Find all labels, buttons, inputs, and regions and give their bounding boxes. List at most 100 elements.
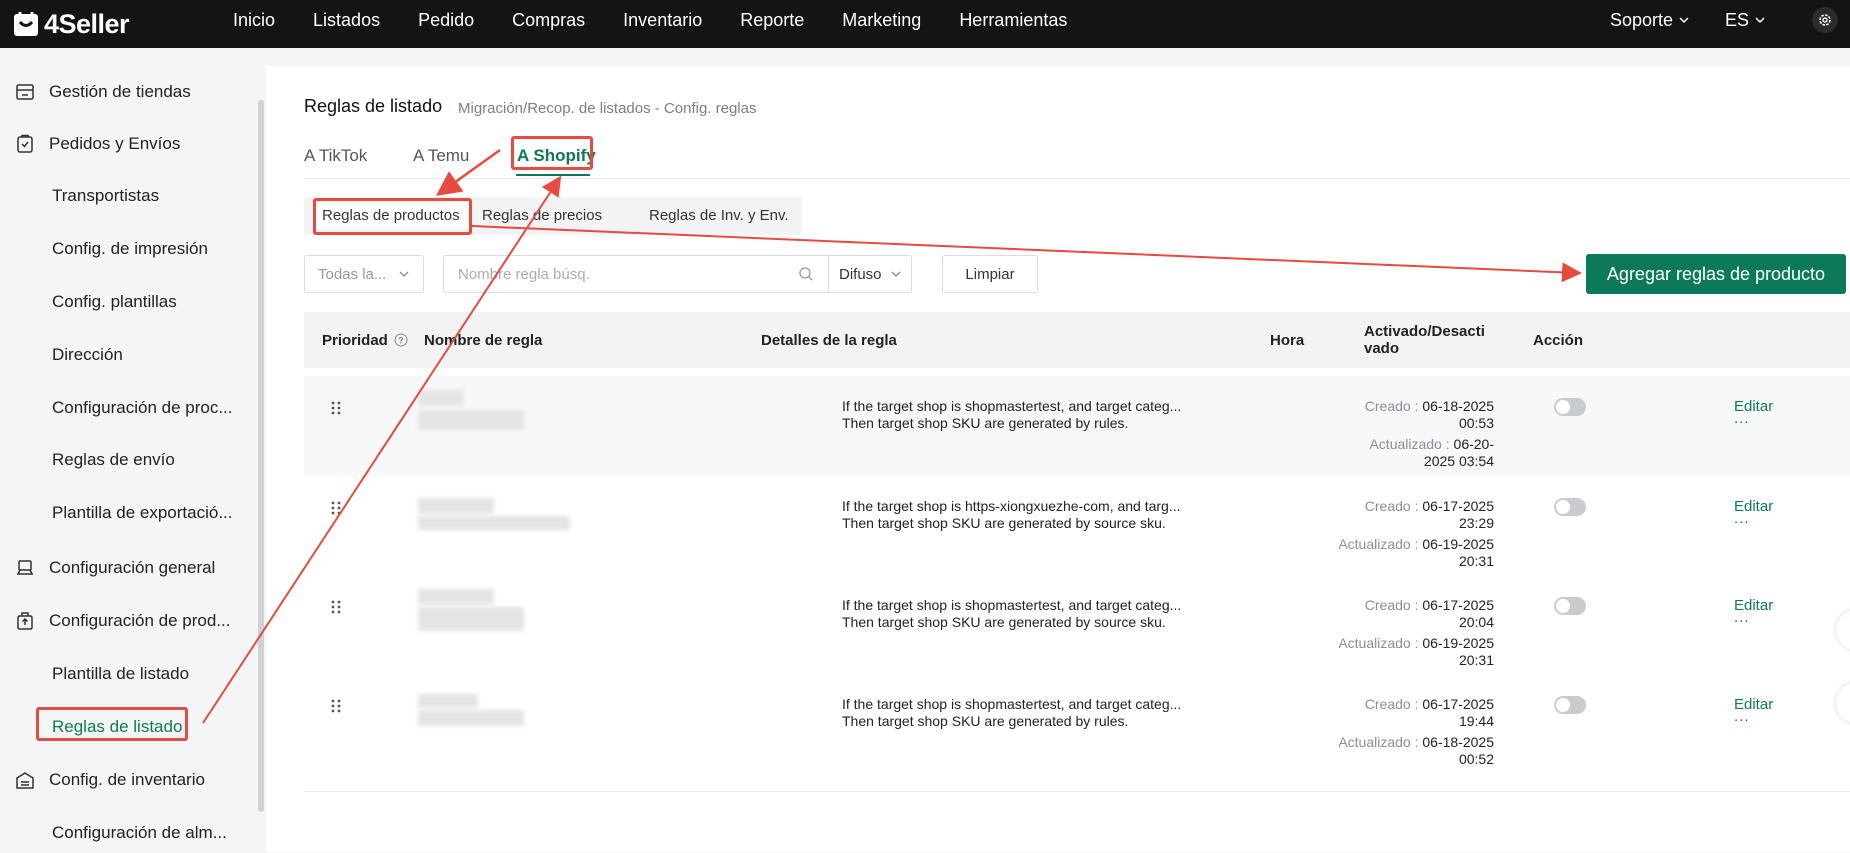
sidebar-item-address[interactable]: Dirección <box>52 335 123 375</box>
created-label: Creado : <box>1364 597 1419 613</box>
nav-listados[interactable]: Listados <box>313 10 380 31</box>
bag-logo-icon <box>14 12 38 36</box>
sidebar-item-store-management[interactable]: Gestión de tiendas <box>0 72 250 112</box>
active-tab-indicator <box>516 174 590 176</box>
rule-details: If the target shop is https-xiongxuezhe-… <box>842 498 1181 532</box>
nav-marketing[interactable]: Marketing <box>842 10 921 31</box>
updated-clock: 20:31 <box>1458 553 1494 569</box>
nav-inicio[interactable]: Inicio <box>233 10 275 31</box>
updated-date: 06-19-2025 <box>1422 635 1494 651</box>
nav-herramientas[interactable]: Herramientas <box>959 10 1067 31</box>
sidebar-item-label: Configuración general <box>49 558 216 577</box>
sidebar-item-general-config[interactable]: Configuración general <box>0 548 250 588</box>
sidebar-item-inventory-config[interactable]: Config. de inventario <box>0 760 250 800</box>
enable-toggle[interactable] <box>1554 597 1586 615</box>
sidebar-item-warehouse-config[interactable]: Configuración de alm... <box>52 813 227 853</box>
sidebar-item-print-config[interactable]: Config. de impresión <box>52 229 208 269</box>
sidebar-item-orders-shipping[interactable]: Pedidos y Envíos <box>0 124 250 164</box>
created-clock: 00:53 <box>1458 415 1494 431</box>
highlight-box-listing-rules <box>36 707 188 741</box>
more-actions[interactable]: ... <box>1734 609 1750 626</box>
table-row: If the target shop is shopmastertest, an… <box>304 674 1850 792</box>
rule-details: If the target shop is shopmastertest, an… <box>842 398 1181 432</box>
updated-date: 06-20- <box>1453 436 1494 452</box>
created-time: Creado : 06-17-2025 19:44 <box>1304 696 1494 730</box>
chevron-down-icon <box>891 271 901 277</box>
redacted-rule-name <box>418 498 494 514</box>
gear-icon <box>1819 14 1831 26</box>
language-label: ES <box>1724 9 1749 30</box>
store-icon <box>14 81 36 103</box>
sidebar-item-carriers[interactable]: Transportistas <box>52 176 159 216</box>
created-label: Creado : <box>1364 498 1419 514</box>
support-dropdown[interactable]: Soporte <box>1610 10 1689 31</box>
main-nav: Inicio Listados Pedido Compras Inventari… <box>233 0 1105 40</box>
main-content: Reglas de listado Migración/Recop. de li… <box>266 66 1850 852</box>
search-icon <box>799 267 813 281</box>
page-title: Reglas de listado <box>304 96 443 116</box>
sidebar-item-templates-config[interactable]: Config. plantillas <box>52 282 177 322</box>
printer-icon <box>14 557 36 579</box>
search-input[interactable]: Nombre regla búsq. <box>443 255 829 293</box>
svg-text:?: ? <box>398 336 404 346</box>
top-right-controls: Soporte ES <box>1610 0 1850 40</box>
enable-toggle[interactable] <box>1554 498 1586 516</box>
clear-button[interactable]: Limpiar <box>942 255 1038 293</box>
nav-pedido[interactable]: Pedido <box>418 10 474 31</box>
column-header-time: Hora <box>1270 331 1305 349</box>
sidebar-item-process-config[interactable]: Configuración de proc... <box>52 388 233 428</box>
created-time: Creado : 06-17-2025 20:04 <box>1304 597 1494 631</box>
sidebar-item-shipping-rules[interactable]: Reglas de envío <box>52 440 175 480</box>
nav-compras[interactable]: Compras <box>512 10 585 31</box>
more-actions[interactable]: ... <box>1734 510 1750 527</box>
chevron-down-icon <box>1755 16 1765 23</box>
tab-tiktok[interactable]: A TikTok <box>304 146 367 166</box>
updated-time: Actualizado : 06-19-2025 20:31 <box>1304 635 1494 669</box>
created-label: Creado : <box>1364 696 1419 712</box>
drag-handle-icon[interactable] <box>330 599 342 615</box>
tab-temu[interactable]: A Temu <box>413 146 469 166</box>
rule-condition: If the target shop is shopmastertest, an… <box>842 696 1182 712</box>
created-date: 06-17-2025 <box>1422 498 1494 514</box>
more-actions[interactable]: ... <box>1734 410 1750 427</box>
sidebar-item-label: Configuración de prod... <box>49 611 231 630</box>
enable-toggle[interactable] <box>1554 696 1586 714</box>
sidebar-item-listing-template[interactable]: Plantilla de listado <box>52 654 189 694</box>
sidebar-item-export-template[interactable]: Plantilla de exportació... <box>52 493 233 533</box>
created-date: 06-17-2025 <box>1422 696 1494 712</box>
updated-date: 06-18-2025 <box>1422 734 1494 750</box>
store-select[interactable]: Todas la... <box>304 255 424 293</box>
enable-toggle[interactable] <box>1554 398 1586 416</box>
clipboard-icon <box>14 133 36 155</box>
redacted-rule-name <box>418 710 524 726</box>
column-header-enabled: Activado/Desacti vado <box>1364 312 1485 368</box>
more-actions[interactable]: ... <box>1734 708 1750 725</box>
subtab-inventory-shipping-rules[interactable]: Reglas de Inv. y Env. <box>649 203 789 229</box>
updated-clock: 20:31 <box>1458 652 1494 668</box>
sidebar-item-product-config[interactable]: Configuración de prod... <box>0 601 250 641</box>
app-logo[interactable]: 4Seller <box>12 4 130 44</box>
drag-handle-icon[interactable] <box>330 698 342 714</box>
match-mode-select[interactable]: Difuso <box>828 255 912 293</box>
nav-inventario[interactable]: Inventario <box>623 10 702 31</box>
drag-handle-icon[interactable] <box>330 400 342 416</box>
box-icon <box>14 610 36 632</box>
column-header-label: Prioridad <box>322 331 388 349</box>
logo-text: 4Seller <box>44 8 130 39</box>
chevron-down-icon <box>399 271 409 277</box>
column-header-details: Detalles de la regla <box>761 331 897 349</box>
rule-result: Then target shop SKU are generated by ru… <box>842 415 1129 431</box>
column-header-action: Acción <box>1533 331 1584 349</box>
rule-result: Then target shop SKU are generated by ru… <box>842 713 1129 729</box>
language-dropdown[interactable]: ES <box>1725 10 1765 31</box>
rule-result: Then target shop SKU are generated by so… <box>842 614 1166 630</box>
drag-handle-icon[interactable] <box>330 500 342 516</box>
add-product-rule-button[interactable]: Agregar reglas de producto <box>1586 254 1846 294</box>
help-icon[interactable]: ? <box>394 333 408 347</box>
redacted-rule-name <box>418 516 570 530</box>
subtab-price-rules[interactable]: Reglas de precios <box>482 203 602 229</box>
nav-reporte[interactable]: Reporte <box>740 10 804 31</box>
sidebar-item-label: Gestión de tiendas <box>49 82 191 101</box>
settings-button[interactable] <box>1805 0 1845 40</box>
sidebar-scrollbar[interactable] <box>258 100 264 812</box>
